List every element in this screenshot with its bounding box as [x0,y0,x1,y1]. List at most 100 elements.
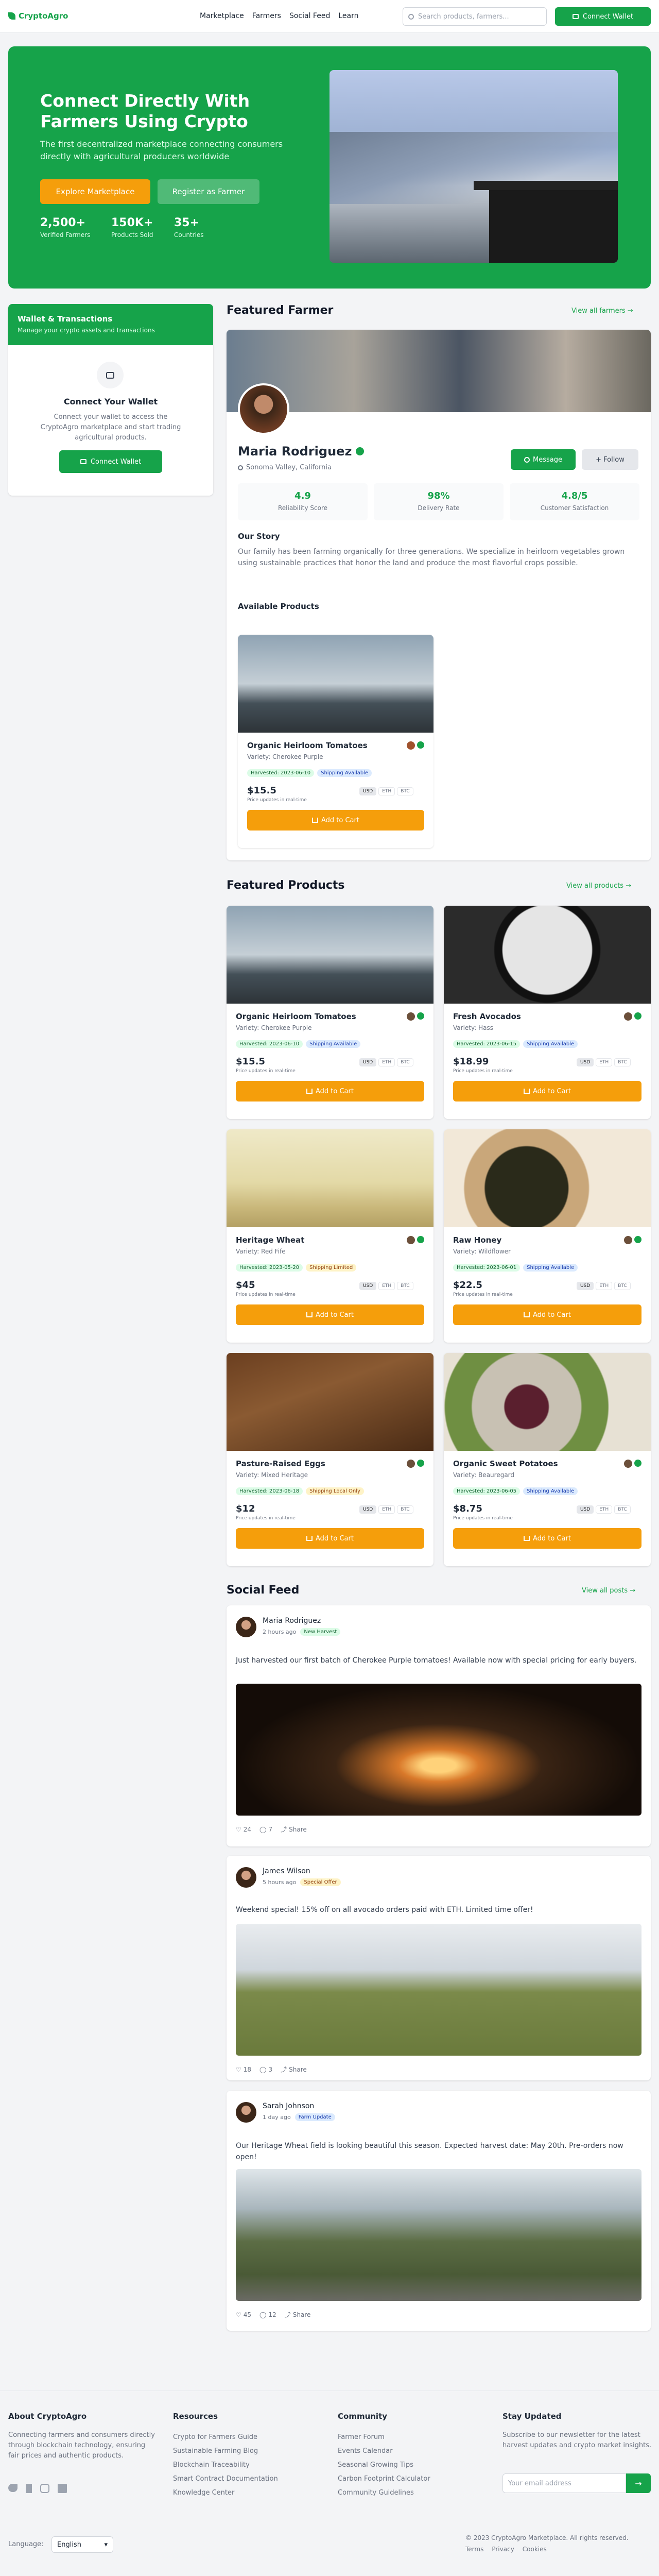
newsletter-email-input[interactable]: Your email address [502,2473,626,2493]
currency-eth[interactable]: ETH [378,787,395,795]
currency-eth[interactable]: ETH [378,1058,395,1066]
harvested-badge: Harvested: 2023-06-18 [236,1487,303,1495]
post-author-avatar[interactable] [236,2102,256,2123]
currency-usd[interactable]: USD [577,1282,594,1290]
product-card[interactable]: Pasture-Raised Eggs Variety: Mixed Herit… [227,1353,433,1566]
currency-usd[interactable]: USD [359,1282,377,1290]
currency-btc[interactable]: BTC [614,1282,631,1290]
share-button[interactable]: ⤴ Share [285,2310,311,2319]
add-to-cart-button[interactable]: Add to Cart [236,1081,424,1101]
currency-btc[interactable]: BTC [397,1282,413,1290]
product-image [227,906,433,1004]
add-to-cart-button[interactable]: Add to Cart [453,1304,641,1325]
product-name: Organic Sweet Potatoes [453,1459,558,1468]
currency-btc[interactable]: BTC [614,1058,631,1066]
footer-resource-link[interactable]: Knowledge Center [173,2486,278,2500]
currency-usd[interactable]: USD [359,1505,377,1514]
footer-news-text: Subscribe to our newsletter for the late… [502,2431,652,2449]
currency-usd[interactable]: USD [577,1058,594,1066]
post-author[interactable]: James Wilson [263,1867,310,1875]
comment-button[interactable]: ◯ 12 [259,2311,276,2318]
farmer-product-card[interactable]: Organic Heirloom Tomatoes Variety: Chero… [238,635,433,848]
add-to-cart-button[interactable]: Add to Cart [453,1081,641,1101]
currency-eth[interactable]: ETH [596,1282,613,1290]
twitter-icon[interactable] [8,2484,18,2492]
post-time: 2 hours ago [263,1629,297,1635]
nav-social-feed[interactable]: Social Feed [289,12,330,20]
footer: About CryptoAgro Connecting farmers and … [0,2391,659,2576]
post-author-avatar[interactable] [236,1617,256,1637]
cart-icon [306,1312,313,1317]
nav-marketplace[interactable]: Marketplace [200,12,244,20]
footer-resource-link[interactable]: Sustainable Farming Blog [173,2444,278,2458]
search-box[interactable]: Search products, farmers... [403,7,547,26]
stat-label-farmers: Verified Farmers [40,231,91,239]
product-card[interactable]: Raw Honey Variety: Wildflower Harvested:… [444,1129,651,1343]
add-to-cart-button[interactable]: Add to Cart [453,1528,641,1549]
facebook-icon[interactable] [26,2484,32,2493]
view-all-farmers-link[interactable]: View all farmers → [571,307,633,315]
follow-button[interactable]: + Follow [582,449,638,470]
share-button[interactable]: ⤴ Share [281,2065,307,2074]
instagram-icon[interactable] [40,2484,49,2493]
nav-learn[interactable]: Learn [338,12,358,20]
currency-usd[interactable]: USD [359,1058,377,1066]
post-author[interactable]: Sarah Johnson [263,2102,314,2110]
wallet-connect-button[interactable]: Connect Wallet [59,450,162,473]
share-button[interactable]: ⤴ Share [281,1825,307,1834]
currency-eth[interactable]: ETH [378,1505,395,1514]
footer-resource-link[interactable]: Smart Contract Documentation [173,2472,278,2486]
currency-btc[interactable]: BTC [614,1505,631,1514]
explore-marketplace-button[interactable]: Explore Marketplace [40,179,150,204]
terms-link[interactable]: Terms [465,2546,483,2553]
product-card[interactable]: Organic Heirloom Tomatoes Variety: Chero… [227,906,433,1119]
product-card[interactable]: Organic Sweet Potatoes Variety: Beaurega… [444,1353,651,1566]
product-name: Pasture-Raised Eggs [236,1459,325,1468]
footer-community-link[interactable]: Farmer Forum [338,2430,430,2444]
post-author[interactable]: Maria Rodriguez [263,1617,321,1625]
post-author-avatar[interactable] [236,1867,256,1888]
currency-usd[interactable]: USD [577,1505,594,1514]
currency-btc[interactable]: BTC [397,1058,413,1066]
product-card[interactable]: Heritage Wheat Variety: Red Fife Harvest… [227,1129,433,1343]
footer-resource-link[interactable]: Crypto for Farmers Guide [173,2430,278,2444]
verified-icon [356,447,365,455]
like-button[interactable]: ♡ 18 [236,2066,251,2073]
product-image [444,906,651,1004]
featured-products-title: Featured Products [227,879,345,892]
currency-usd[interactable]: USD [359,787,377,795]
currency-btc[interactable]: BTC [397,1505,413,1514]
footer-community-link[interactable]: Events Calendar [338,2444,430,2458]
linkedin-icon[interactable] [58,2484,67,2493]
product-card[interactable]: Fresh Avocados Variety: Hass Harvested: … [444,906,651,1119]
currency-btc[interactable]: BTC [397,787,413,795]
comment-button[interactable]: ◯ 7 [259,1826,272,1833]
footer-community-link[interactable]: Carbon Footprint Calculator [338,2472,430,2486]
footer-community-link[interactable]: Seasonal Growing Tips [338,2458,430,2472]
register-farmer-button[interactable]: Register as Farmer [158,179,259,204]
comment-button[interactable]: ◯ 3 [259,2066,272,2073]
currency-eth[interactable]: ETH [596,1505,613,1514]
view-all-products-link[interactable]: View all products → [566,882,631,890]
connect-wallet-label: Connect Wallet [582,12,634,21]
nav-farmers[interactable]: Farmers [252,12,281,20]
like-button[interactable]: ♡ 24 [236,1826,251,1833]
subscribe-button[interactable]: → [626,2473,651,2493]
privacy-link[interactable]: Privacy [492,2546,514,2553]
connect-wallet-button[interactable]: Connect Wallet [555,7,651,26]
price-note: Price updates in real-time [236,1516,296,1521]
view-all-posts-link[interactable]: View all posts → [582,1587,635,1595]
like-button[interactable]: ♡ 45 [236,2311,251,2318]
brand-logo[interactable]: CryptoAgro [8,11,68,21]
currency-eth[interactable]: ETH [596,1058,613,1066]
add-to-cart-button[interactable]: Add to Cart [236,1304,424,1325]
add-to-cart-button[interactable]: Add to Cart [247,810,424,831]
language-select[interactable]: English ▾ [51,2536,113,2553]
cookies-link[interactable]: Cookies [523,2546,547,2553]
message-button[interactable]: Message [511,449,576,470]
footer-resource-link[interactable]: Blockchain Traceability [173,2458,278,2472]
add-to-cart-button[interactable]: Add to Cart [236,1528,424,1549]
currency-eth[interactable]: ETH [378,1282,395,1290]
arrow-right-icon: → [635,2478,642,2488]
footer-community-link[interactable]: Community Guidelines [338,2486,430,2500]
